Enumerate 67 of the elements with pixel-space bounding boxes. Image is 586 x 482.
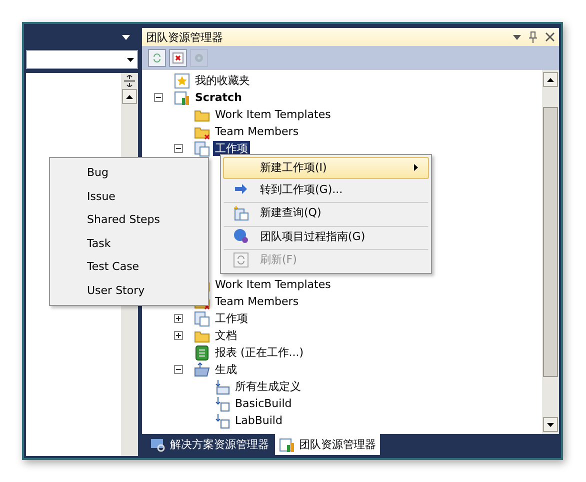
dropdown-icon <box>122 34 130 40</box>
menu-item[interactable]: Issue <box>50 184 208 208</box>
work-items-icon <box>194 310 210 326</box>
minus-icon <box>175 366 182 373</box>
tree-item[interactable]: Team Members <box>213 295 301 308</box>
plus-icon <box>175 332 182 339</box>
tree-item[interactable]: 生成 <box>213 362 239 377</box>
build-definitions-icon <box>214 378 230 394</box>
collapse-toggle[interactable] <box>174 365 183 374</box>
menu-item[interactable]: Shared Steps <box>50 208 208 232</box>
refresh-icon <box>233 252 249 268</box>
minus-icon <box>175 145 182 152</box>
delete-icon <box>172 52 184 64</box>
tree-item[interactable]: 所有生成定义 <box>233 379 303 394</box>
tree-item[interactable]: 报表 (正在工作...) <box>213 345 306 360</box>
report-book-icon <box>194 344 210 360</box>
tree-item[interactable]: Work Item Templates <box>213 108 333 121</box>
menu-item[interactable]: Test Case <box>50 255 208 278</box>
scroll-down-button[interactable] <box>543 417 558 432</box>
menu-item[interactable]: 转到工作项(G)... <box>223 178 429 200</box>
expand-toggle[interactable] <box>174 331 183 340</box>
minus-icon <box>155 94 162 101</box>
build-definition-icon <box>214 412 230 428</box>
project-icon <box>174 90 190 106</box>
panel-tab[interactable]: 解决方案资源管理器 <box>146 434 273 455</box>
menu-item[interactable]: 团队项目过程指南(G) <box>223 226 429 247</box>
build-definition-icon <box>214 396 230 412</box>
settings-icon <box>193 52 205 64</box>
panel-title: 团队资源管理器 <box>146 30 224 44</box>
build-folder-icon <box>194 362 210 378</box>
menu-item[interactable]: 新建查询(Q) <box>223 202 429 224</box>
dropdown-icon <box>513 34 521 40</box>
expand-toggle[interactable] <box>174 314 183 323</box>
tree-item[interactable]: 文档 <box>213 328 239 343</box>
scroll-thumb[interactable] <box>543 107 558 377</box>
pin-icon <box>529 31 537 43</box>
project-icon <box>279 436 295 452</box>
tree-item[interactable]: 我的收藏夹 <box>193 73 252 88</box>
scrollbar[interactable] <box>542 70 559 434</box>
submenu-arrow-icon <box>414 164 418 172</box>
menu-item[interactable]: Bug <box>50 161 208 184</box>
tree-item[interactable]: Work Item Templates <box>213 278 333 291</box>
scroll-up-button[interactable] <box>543 72 558 87</box>
menu-item[interactable]: Task <box>50 232 208 255</box>
close-icon <box>545 32 555 42</box>
tree-item[interactable]: BasicBuild <box>233 397 294 410</box>
new-query-icon <box>233 204 249 221</box>
tree-item[interactable]: Scratch <box>193 91 244 104</box>
down-arrow-icon <box>547 422 554 426</box>
plus-icon <box>175 315 182 322</box>
magnifier-icon <box>150 436 166 452</box>
collapse-toggle[interactable] <box>154 93 163 102</box>
dropdown-icon <box>127 58 134 62</box>
tree-item[interactable]: LabBuild <box>233 414 284 427</box>
tree-item[interactable]: 工作项 <box>213 311 250 326</box>
toolbar-button[interactable] <box>169 49 187 67</box>
up-arrow-icon <box>547 78 554 82</box>
split-icon <box>124 75 135 87</box>
work-items-icon <box>194 140 210 156</box>
panel-tab[interactable]: 团队资源管理器 <box>275 434 380 455</box>
up-arrow-icon <box>126 94 133 98</box>
scroll-up-button[interactable] <box>122 89 137 104</box>
collapse-toggle[interactable] <box>174 144 183 153</box>
refresh-icon <box>151 52 163 64</box>
menu-item[interactable]: User Story <box>50 278 208 302</box>
tree-item[interactable]: Team Members <box>213 125 301 138</box>
menu-item[interactable]: 新建工作项(I) <box>223 157 429 178</box>
